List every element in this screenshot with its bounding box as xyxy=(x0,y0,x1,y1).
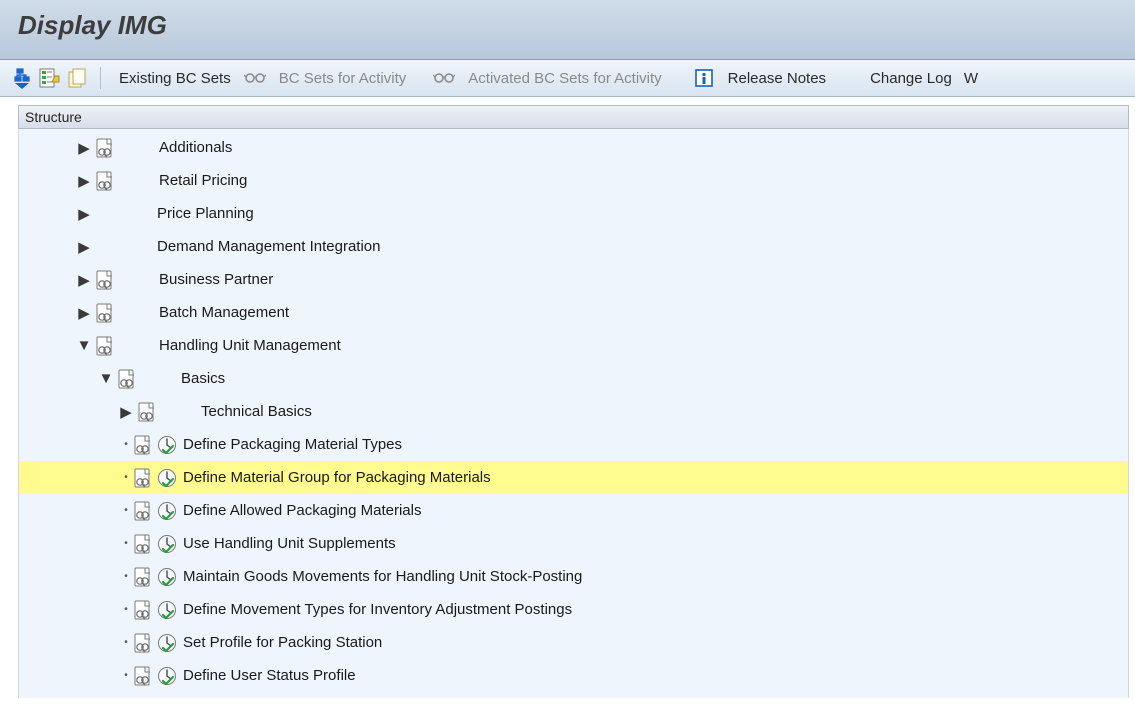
tree-label[interactable]: Maintain Goods Movements for Handling Un… xyxy=(183,568,582,585)
tree-node-technical-basics[interactable]: ▶ Technical Basics xyxy=(19,395,1128,428)
doc-icon[interactable] xyxy=(95,303,113,323)
expand-icon[interactable]: ▶ xyxy=(77,141,91,155)
structure-header: Structure xyxy=(18,105,1129,129)
doc-icon[interactable] xyxy=(133,633,151,653)
tree-node-additionals[interactable]: ▶ Additionals xyxy=(19,131,1128,164)
execute-icon[interactable] xyxy=(157,435,177,455)
leaf-bullet-icon: • xyxy=(119,637,133,648)
execute-icon[interactable] xyxy=(157,468,177,488)
doc-icon[interactable] xyxy=(95,270,113,290)
tree-node-define-pkg-mat-types[interactable]: • Define Packaging Material Types xyxy=(19,428,1128,461)
leaf-bullet-icon: • xyxy=(119,670,133,681)
leaf-bullet-icon: • xyxy=(119,538,133,549)
tree-node-define-movement-types[interactable]: • Define Movement Types for Inventory Ad… xyxy=(19,593,1128,626)
tree-node-price-planning[interactable]: ▶ Price Planning xyxy=(19,197,1128,230)
expand-hierarchy-icon[interactable] xyxy=(10,66,34,90)
execute-icon[interactable] xyxy=(157,666,177,686)
toolbar: Existing BC Sets BC Sets for Activity Ac… xyxy=(0,60,1135,97)
page-header: Display IMG xyxy=(0,0,1135,60)
doc-icon[interactable] xyxy=(133,567,151,587)
doc-icon[interactable] xyxy=(133,501,151,521)
glasses-icon[interactable] xyxy=(243,66,267,90)
leaf-bullet-icon: • xyxy=(119,505,133,516)
execute-icon[interactable] xyxy=(157,567,177,587)
doc-icon[interactable] xyxy=(133,600,151,620)
leaf-bullet-icon: • xyxy=(119,571,133,582)
doc-icon[interactable] xyxy=(133,534,151,554)
tree-node-batch-mgmt[interactable]: ▶ Batch Management xyxy=(19,296,1128,329)
tree-label[interactable]: Retail Pricing xyxy=(159,172,247,189)
tree-label[interactable]: Define User Status Profile xyxy=(183,667,356,684)
leaf-bullet-icon: • xyxy=(119,439,133,450)
expand-icon[interactable]: ▶ xyxy=(77,174,91,188)
expand-icon[interactable]: ▶ xyxy=(77,240,91,254)
bc-sets-for-activity-button[interactable]: BC Sets for Activity xyxy=(271,70,415,87)
tree-label[interactable]: Use Handling Unit Supplements xyxy=(183,535,396,552)
change-log-button[interactable]: Change Log xyxy=(862,70,960,87)
tree-label[interactable]: Define Material Group for Packaging Mate… xyxy=(183,469,491,486)
tree-node-define-mat-group-pkg[interactable]: • Define Material Group for Packaging Ma… xyxy=(19,461,1128,494)
tree-node-demand-mgmt[interactable]: ▶ Demand Management Integration xyxy=(19,230,1128,263)
glasses-icon[interactable] xyxy=(432,66,456,90)
release-notes-button[interactable]: Release Notes xyxy=(720,70,834,87)
expand-icon[interactable]: ▶ xyxy=(119,405,133,419)
tree-label[interactable]: Handling Unit Management xyxy=(159,337,341,354)
toolbar-separator xyxy=(100,67,101,89)
collapse-icon[interactable]: ▼ xyxy=(77,339,91,353)
tree-node-use-hu-supplements[interactable]: • Use Handling Unit Supplements xyxy=(19,527,1128,560)
doc-icon[interactable] xyxy=(133,468,151,488)
tree-label[interactable]: Additionals xyxy=(159,139,232,156)
tree-node-business-partner[interactable]: ▶ Business Partner xyxy=(19,263,1128,296)
existing-bc-sets-button[interactable]: Existing BC Sets xyxy=(111,70,239,87)
tree-label[interactable]: Business Partner xyxy=(159,271,273,288)
collapse-icon[interactable]: ▼ xyxy=(99,372,113,386)
tree-label[interactable]: Batch Management xyxy=(159,304,289,321)
where-used-button[interactable]: W xyxy=(964,70,986,87)
expand-icon[interactable]: ▶ xyxy=(77,273,91,287)
doc-icon[interactable] xyxy=(133,435,151,455)
doc-icon[interactable] xyxy=(137,402,155,422)
tree-label[interactable]: Price Planning xyxy=(157,205,254,222)
tree-node-define-user-status[interactable]: • Define User Status Profile xyxy=(19,659,1128,692)
tree-label[interactable]: Set Profile for Packing Station xyxy=(183,634,382,651)
doc-icon[interactable] xyxy=(95,336,113,356)
doc-icon[interactable] xyxy=(117,369,135,389)
tree-label[interactable]: Technical Basics xyxy=(201,403,312,420)
tree-node-handling-unit-mgmt[interactable]: ▼ Handling Unit Management xyxy=(19,329,1128,362)
execute-icon[interactable] xyxy=(157,633,177,653)
tree-label[interactable]: Basics xyxy=(181,370,225,387)
tree-node-maintain-goods-movements[interactable]: • Maintain Goods Movements for Handling … xyxy=(19,560,1128,593)
tree-node-define-allowed-pkg[interactable]: • Define Allowed Packaging Materials xyxy=(19,494,1128,527)
tree-label[interactable]: Demand Management Integration xyxy=(157,238,380,255)
add-to-list-icon[interactable] xyxy=(38,66,62,90)
tree-label[interactable]: Define Allowed Packaging Materials xyxy=(183,502,421,519)
tree-label[interactable]: Define Packaging Material Types xyxy=(183,436,402,453)
tree-node-set-profile-packing[interactable]: • Set Profile for Packing Station xyxy=(19,626,1128,659)
page-title: Display IMG xyxy=(18,10,1117,41)
execute-icon[interactable] xyxy=(157,501,177,521)
tree-node-retail-pricing[interactable]: ▶ Retail Pricing xyxy=(19,164,1128,197)
activated-bc-sets-button[interactable]: Activated BC Sets for Activity xyxy=(460,70,669,87)
doc-icon[interactable] xyxy=(95,138,113,158)
tree-node-basics[interactable]: ▼ Basics xyxy=(19,362,1128,395)
tree-label[interactable]: Define Movement Types for Inventory Adju… xyxy=(183,601,572,618)
leaf-bullet-icon: • xyxy=(119,472,133,483)
info-icon[interactable] xyxy=(692,66,716,90)
leaf-bullet-icon: • xyxy=(119,604,133,615)
execute-icon[interactable] xyxy=(157,600,177,620)
execute-icon[interactable] xyxy=(157,534,177,554)
doc-icon[interactable] xyxy=(95,171,113,191)
expand-icon[interactable]: ▶ xyxy=(77,306,91,320)
expand-icon[interactable]: ▶ xyxy=(77,207,91,221)
doc-icon[interactable] xyxy=(133,666,151,686)
img-tree: ▶ Additionals ▶ Retail Pricing ▶ Price P… xyxy=(18,129,1129,698)
copy-icon[interactable] xyxy=(66,66,90,90)
